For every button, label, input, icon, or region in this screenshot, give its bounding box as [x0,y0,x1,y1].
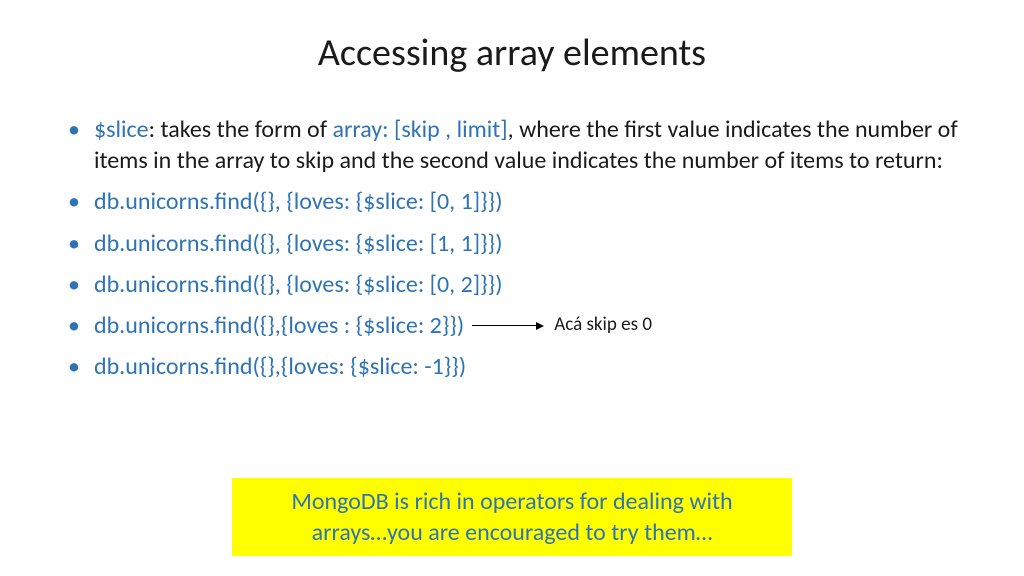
code-example: db.unicorns.find({}, {loves: {$slice: [1… [94,228,503,259]
code-example: db.unicorns.find({}, {loves: {$slice: [0… [94,269,503,300]
bullet-item-code-1: • db.unicorns.find({}, {loves: {$slice: … [68,186,964,217]
slide-title: Accessing array elements [60,30,964,76]
bullet-dot-icon: • [68,114,80,145]
keyword-array-skip-limit: array: [skip , limit] [332,115,507,144]
bullet-text: $slice: takes the form of array: [skip ,… [94,114,964,176]
annotation-label: Acá skip es 0 [554,313,652,338]
bullet-item-slice-description: • $slice: takes the form of array: [skip… [68,114,964,176]
bullet-dot-icon: • [68,228,80,259]
bullet-dot-icon: • [68,310,80,341]
highlight-callout: MongoDB is rich in operators for dealing… [232,478,792,556]
bullet-item-code-5: • db.unicorns.find({},{loves: {$slice: -… [68,351,964,382]
bullet-item-code-4-annotated: • db.unicorns.find({},{loves : {$slice: … [68,310,964,341]
code-example: db.unicorns.find({},{loves : {$slice: 2}… [94,310,464,341]
bullet-list: • $slice: takes the form of array: [skip… [60,114,964,382]
bullet-dot-icon: • [68,186,80,217]
arrow-icon [472,322,544,330]
code-example: db.unicorns.find({},{loves: {$slice: -1}… [94,351,466,382]
keyword-slice: $slice [94,115,149,144]
bullet-dot-icon: • [68,351,80,382]
bullet-dot-icon: • [68,269,80,300]
slide-container: Accessing array elements • $slice: takes… [0,0,1024,576]
bullet-item-code-2: • db.unicorns.find({}, {loves: {$slice: … [68,228,964,259]
code-example: db.unicorns.find({}, {loves: {$slice: [0… [94,186,503,217]
bullet-item-code-3: • db.unicorns.find({}, {loves: {$slice: … [68,269,964,300]
